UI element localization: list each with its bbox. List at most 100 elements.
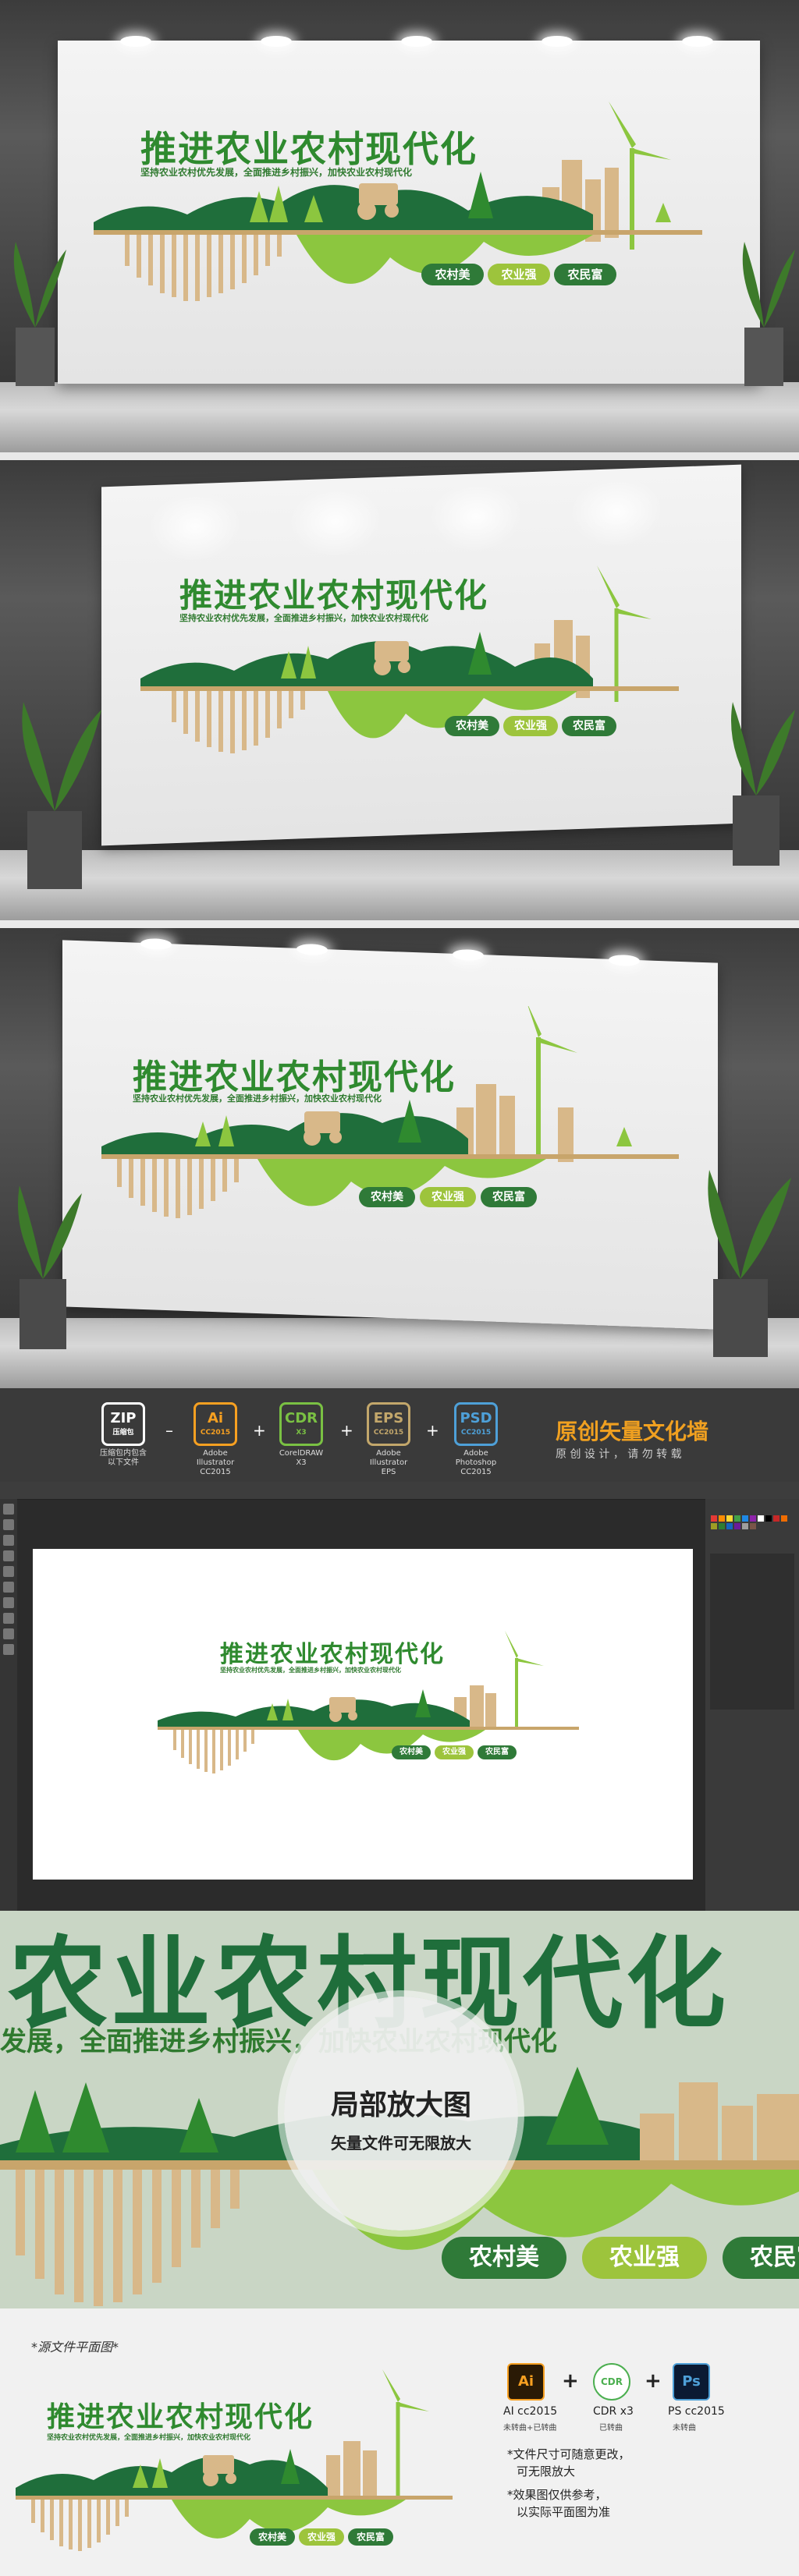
spotlight bbox=[542, 36, 573, 47]
plus-op: + bbox=[253, 1421, 266, 1440]
spotlight bbox=[401, 36, 432, 47]
format-code: PSD bbox=[460, 1410, 492, 1426]
format-sub: CC2015 bbox=[373, 1429, 404, 1437]
culture-wall-design: 推进农业农村现代化 坚持农业农村优先发展，全面推进乡村振兴，加快农业农村现代化 … bbox=[140, 546, 702, 764]
tag-pill: 农村美 bbox=[250, 2528, 295, 2546]
tool-icon[interactable] bbox=[3, 1644, 14, 1655]
format-desc: 压缩包内包含 以下文件 bbox=[100, 1449, 147, 1467]
coreldraw-icon: CDR X3 bbox=[279, 1402, 323, 1446]
note-line: 可无限放大 bbox=[517, 2464, 576, 2479]
landscape-graphic bbox=[140, 565, 679, 753]
minus-op: – bbox=[165, 1421, 173, 1440]
app-note: 未转曲 bbox=[673, 2424, 696, 2432]
spotlight bbox=[609, 954, 640, 967]
potted-plant bbox=[18, 1185, 82, 1349]
tool-icon[interactable] bbox=[3, 1613, 14, 1624]
spotlight bbox=[140, 937, 172, 951]
tool-icon[interactable] bbox=[3, 1550, 14, 1561]
zoom-detail: 农业农村现代化 发展，全面推进乡村振兴，加快农业农村现代化 农村美 农业强 农民… bbox=[0, 1911, 799, 2308]
coreldraw-icon: CDR bbox=[593, 2363, 630, 2401]
tool-panel bbox=[0, 1499, 17, 1911]
potted-plant bbox=[708, 1170, 791, 1357]
landscape-graphic bbox=[94, 101, 702, 301]
illustrator-icon: Ai bbox=[507, 2363, 545, 2401]
mockup-1: 推进农业农村现代化 坚持农业农村优先发展，全面推进乡村振兴，加快农业农村现代化 bbox=[0, 0, 799, 452]
tool-icon[interactable] bbox=[3, 1566, 14, 1577]
tool-icon[interactable] bbox=[3, 1504, 14, 1515]
format-psd: PSD CC2015 Adobe Photoshop CC2015 bbox=[445, 1402, 507, 1477]
note-line: *效果图仅供参考， bbox=[507, 2488, 607, 2502]
mockup-2: 推进农业农村现代化 坚持农业农村优先发展，全面推进乡村振兴，加快农业农村现代化 … bbox=[0, 460, 799, 920]
zoom-circle: 局部放大图 矢量文件可无限放大 bbox=[284, 1997, 518, 2231]
eps-icon: EPS CC2015 bbox=[367, 1402, 410, 1446]
format-desc: CorelDRAW X3 bbox=[279, 1449, 324, 1467]
illustrator-icon: Ai CC2015 bbox=[194, 1402, 237, 1446]
format-bar: ZIP 压缩包 压缩包内包含 以下文件 – Ai CC2015 Adobe Illu… bbox=[0, 1388, 799, 1482]
plus-op: + bbox=[562, 2369, 579, 2393]
source-file-section: *源文件平面图* 推进农业农村现代化 坚持农业农村优先发展，全面推进乡村振兴，加… bbox=[0, 2308, 799, 2576]
app-name: PS cc2015 bbox=[668, 2405, 725, 2418]
tool-icon[interactable] bbox=[3, 1597, 14, 1608]
zoom-tag: 农业强 bbox=[582, 2237, 707, 2279]
plus-op: + bbox=[340, 1421, 353, 1440]
format-sub: X3 bbox=[296, 1429, 307, 1437]
landscape-graphic bbox=[158, 1631, 579, 1773]
tool-icon[interactable] bbox=[3, 1535, 14, 1546]
tag-pill: 农民富 bbox=[478, 1745, 517, 1759]
hills bbox=[94, 185, 593, 230]
tag-pill: 农村美 bbox=[421, 264, 484, 285]
format-cdr: CDR X3 CorelDRAW X3 bbox=[270, 1402, 332, 1468]
app-name: AI cc2015 bbox=[503, 2405, 558, 2418]
app-note: 未转曲+已转曲 bbox=[503, 2424, 557, 2432]
format-code: ZIP bbox=[110, 1410, 137, 1426]
tag-pill: 农民富 bbox=[348, 2528, 393, 2546]
spotlight bbox=[261, 36, 292, 47]
floor bbox=[0, 850, 799, 920]
potted-plant bbox=[731, 702, 795, 866]
format-desc: Adobe Photoshop CC2015 bbox=[455, 1449, 497, 1476]
format-desc: Adobe Illustrator EPS bbox=[369, 1449, 408, 1476]
potted-plant bbox=[742, 242, 795, 386]
format-zip: ZIP 压缩包 压缩包内包含 以下文件 bbox=[92, 1402, 154, 1468]
tag-pill: 农业强 bbox=[488, 264, 550, 285]
mockup-3: 推进农业农村现代化 坚持农业农村优先发展，全面推进乡村振兴，加快农业农村现代化 … bbox=[0, 928, 799, 1388]
light-glow bbox=[429, 480, 523, 554]
format-desc: Adobe Illustrator CC2015 bbox=[196, 1449, 235, 1476]
ground-line bbox=[94, 230, 702, 235]
culture-wall-design: 推进农业农村现代化 坚持农业农村优先发展，全面推进乡村振兴，加快农业农村现代化 bbox=[94, 86, 733, 304]
source-label: *源文件平面图* bbox=[31, 2340, 119, 2355]
format-sub: 压缩包 bbox=[112, 1429, 134, 1437]
potted-plant bbox=[13, 242, 66, 386]
photoshop-icon: PSD CC2015 bbox=[454, 1402, 498, 1446]
app-name: CDR x3 bbox=[593, 2405, 634, 2418]
spotlight bbox=[297, 943, 328, 956]
format-sub: CC2015 bbox=[200, 1429, 231, 1437]
plus-op: + bbox=[645, 2369, 662, 2393]
format-code: EPS bbox=[373, 1410, 404, 1426]
tool-icon[interactable] bbox=[3, 1628, 14, 1639]
circle-title: 局部放大图 bbox=[330, 2089, 471, 2121]
tool-icon[interactable] bbox=[3, 1582, 14, 1593]
plus-op: + bbox=[426, 1421, 439, 1440]
zoom-tag: 农村美 bbox=[442, 2237, 566, 2279]
format-code: Ai bbox=[207, 1410, 224, 1426]
swatches-panel bbox=[705, 1499, 799, 1911]
tag-pill: 农村美 bbox=[392, 1745, 431, 1759]
illustrator-window: 推进农业农村现代化 坚持农业农村优先发展，全面推进乡村振兴，加快农业农村现代化 … bbox=[0, 1482, 799, 1911]
tag-pill: 农业强 bbox=[435, 1745, 474, 1759]
note-line: 以实际平面图为准 bbox=[517, 2505, 611, 2519]
note-line: *文件尺寸可随意更改， bbox=[507, 2447, 630, 2461]
wood-slats bbox=[125, 235, 282, 301]
culture-wall-design: 推进农业农村现代化 坚持农业农村优先发展，全面推进乡村振兴，加快农业农村现代化 … bbox=[101, 1006, 694, 1240]
tool-icon[interactable] bbox=[3, 1519, 14, 1530]
photoshop-icon: Ps bbox=[673, 2363, 710, 2401]
format-ai: Ai CC2015 Adobe Illustrator CC2015 bbox=[184, 1402, 247, 1477]
spotlight bbox=[120, 36, 151, 47]
floor bbox=[0, 382, 799, 452]
tag-pill: 农村美 bbox=[359, 1187, 415, 1207]
tag-pill: 农业强 bbox=[503, 716, 558, 736]
potted-plant bbox=[22, 702, 101, 889]
artboard[interactable]: 推进农业农村现代化 坚持农业农村优先发展，全面推进乡村振兴，加快农业农村现代化 … bbox=[33, 1549, 693, 1880]
menu-bar bbox=[0, 1482, 799, 1500]
app-note: 已转曲 bbox=[599, 2424, 623, 2432]
